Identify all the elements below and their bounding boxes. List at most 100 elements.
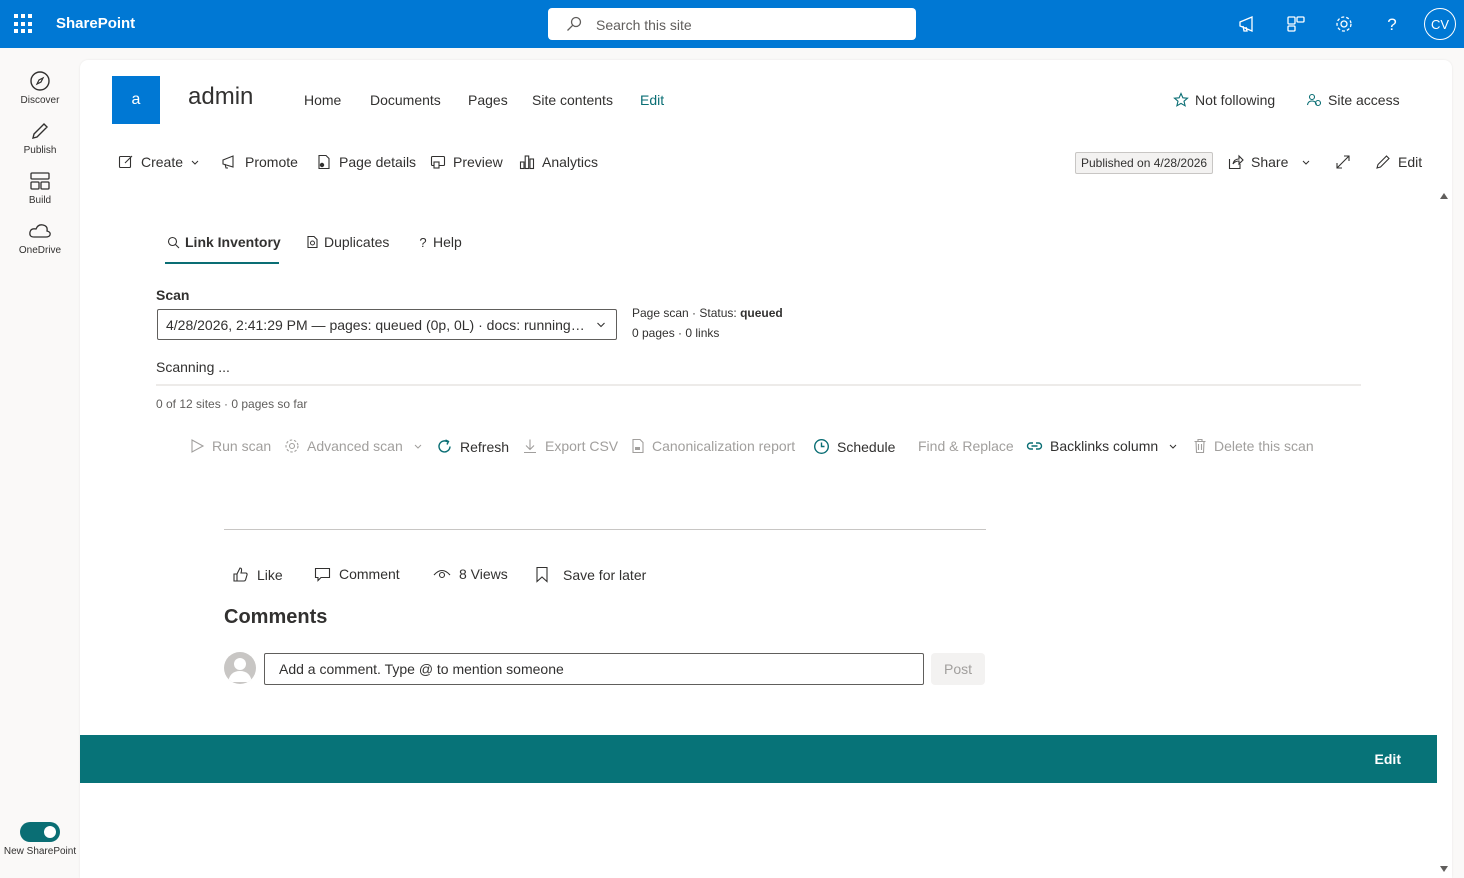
delete-scan-button[interactable]: Delete this scan [1193, 438, 1314, 454]
link-icon [1026, 442, 1043, 450]
promote-label: Promote [245, 154, 298, 170]
advanced-scan-button[interactable]: Advanced scan [284, 438, 423, 454]
user-avatar[interactable]: CV [1424, 8, 1456, 40]
site-title[interactable]: admin [188, 83, 253, 111]
eye-icon [433, 569, 451, 579]
comment-icon [314, 567, 331, 582]
advanced-scan-label: Advanced scan [307, 438, 403, 454]
find-replace-button[interactable]: Find & Replace [918, 438, 1014, 454]
app-rail: Discover Publish Build OneDrive New Shar… [0, 48, 80, 878]
tab-help[interactable]: ? Help [418, 234, 462, 250]
site-access-button[interactable]: Site access [1306, 92, 1400, 108]
pen-icon [32, 123, 48, 139]
nav-edit[interactable]: Edit [640, 92, 664, 108]
like-button[interactable]: Like [232, 566, 283, 583]
canonicalization-report-button[interactable]: Canonicalization report [631, 438, 795, 454]
analytics-label: Analytics [542, 154, 599, 170]
views-count: 8 Views [433, 566, 508, 582]
svg-text:?: ? [1387, 15, 1396, 34]
gear-icon [285, 439, 299, 453]
save-for-later-button[interactable]: Save for later [535, 566, 646, 583]
tab-label-help: Help [433, 234, 462, 250]
tab-label-link-inventory: Link Inventory [185, 234, 281, 250]
footer-edit-link[interactable]: Edit [1375, 751, 1401, 767]
chevron-down-icon [414, 444, 422, 449]
page-details-label: Page details [339, 154, 417, 170]
nav-documents[interactable]: Documents [370, 92, 441, 108]
schedule-label: Schedule [837, 438, 896, 455]
post-button[interactable]: Post [931, 653, 985, 685]
share-label: Share [1251, 154, 1289, 170]
megaphone-icon[interactable] [1236, 12, 1260, 36]
export-csv-label: Export CSV [545, 438, 619, 454]
promote-button[interactable]: Promote [221, 154, 298, 170]
section-divider [224, 529, 986, 530]
scroll-down-arrow[interactable] [1440, 866, 1448, 872]
scanning-text: Scanning ... [156, 359, 230, 375]
thumbs-up-icon [233, 567, 248, 582]
rail-label-onedrive: OneDrive [18, 245, 62, 256]
bookmark-icon [536, 566, 548, 583]
connections-icon[interactable] [1284, 12, 1308, 36]
scan-counts: 0 pages · 0 links [632, 326, 720, 340]
run-scan-button[interactable]: Run scan [190, 438, 271, 454]
document-icon [632, 438, 644, 454]
page-footer: Edit [80, 735, 1437, 783]
create-button[interactable]: Create [118, 154, 200, 170]
chevron-down-icon [1169, 444, 1177, 449]
compose-icon [118, 155, 133, 169]
follow-label: Not following [1195, 92, 1276, 108]
new-sharepoint-toggle[interactable] [20, 822, 60, 842]
active-tab-indicator [165, 262, 279, 264]
gear-icon[interactable] [1332, 12, 1356, 36]
rail-item-publish[interactable]: Publish [0, 120, 80, 156]
sites-progress-text: 0 of 12 sites · 0 pages so far [156, 397, 308, 411]
help-icon[interactable]: ? [1380, 12, 1404, 36]
comment-button[interactable]: Comment [314, 566, 400, 582]
preview-icon [430, 155, 446, 169]
search-placeholder: Search this site [596, 17, 692, 33]
preview-button[interactable]: Preview [430, 154, 503, 170]
page-details-button[interactable]: Page details [316, 154, 416, 170]
chevron-down-icon [597, 322, 605, 328]
scan-status: Page scan · Status: queued [632, 306, 783, 320]
suite-bar: SharePoint Search this site ? CV [0, 0, 1464, 48]
tab-duplicates[interactable]: Duplicates [306, 234, 389, 250]
edit-label: Edit [1398, 154, 1423, 170]
search-box[interactable]: Search this site [548, 8, 916, 40]
cloud-icon [29, 224, 51, 238]
play-icon [191, 439, 205, 453]
expand-button[interactable] [1335, 154, 1351, 170]
edit-page-button[interactable]: Edit [1375, 154, 1422, 170]
nav-site-contents[interactable]: Site contents [532, 92, 613, 108]
build-icon [30, 172, 50, 190]
schedule-button[interactable]: Schedule [813, 438, 895, 455]
scroll-up-arrow[interactable] [1440, 193, 1448, 199]
chevron-down-icon [191, 160, 199, 165]
nav-pages[interactable]: Pages [468, 92, 508, 108]
person-icon [228, 658, 252, 682]
app-launcher-icon[interactable] [14, 14, 34, 34]
backlinks-column-button[interactable]: Backlinks column [1026, 438, 1178, 454]
rail-item-build[interactable]: Build [0, 170, 80, 206]
refresh-icon [438, 439, 451, 453]
brand-name[interactable]: SharePoint [56, 15, 135, 32]
like-label: Like [257, 566, 283, 583]
export-csv-button[interactable]: Export CSV [522, 438, 618, 454]
analytics-button[interactable]: Analytics [519, 154, 598, 170]
follow-button[interactable]: Not following [1173, 92, 1275, 108]
search-icon [567, 16, 582, 31]
rail-item-discover[interactable]: Discover [0, 70, 80, 106]
rail-label-build: Build [28, 195, 52, 206]
refresh-button[interactable]: Refresh [436, 438, 509, 455]
scan-progress-bar [156, 384, 1361, 386]
comment-input[interactable] [264, 653, 924, 685]
share-button[interactable]: Share [1228, 154, 1311, 170]
site-logo[interactable]: a [112, 76, 160, 124]
rail-label-discover: Discover [20, 95, 60, 106]
nav-home[interactable]: Home [304, 92, 341, 108]
rail-item-onedrive[interactable]: OneDrive [0, 220, 80, 256]
scan-dropdown[interactable]: 4/28/2026, 2:41:29 PM — pages: queued (0… [157, 309, 617, 340]
tab-label-duplicates: Duplicates [324, 234, 390, 250]
tab-link-inventory[interactable]: Link Inventory [167, 234, 281, 250]
